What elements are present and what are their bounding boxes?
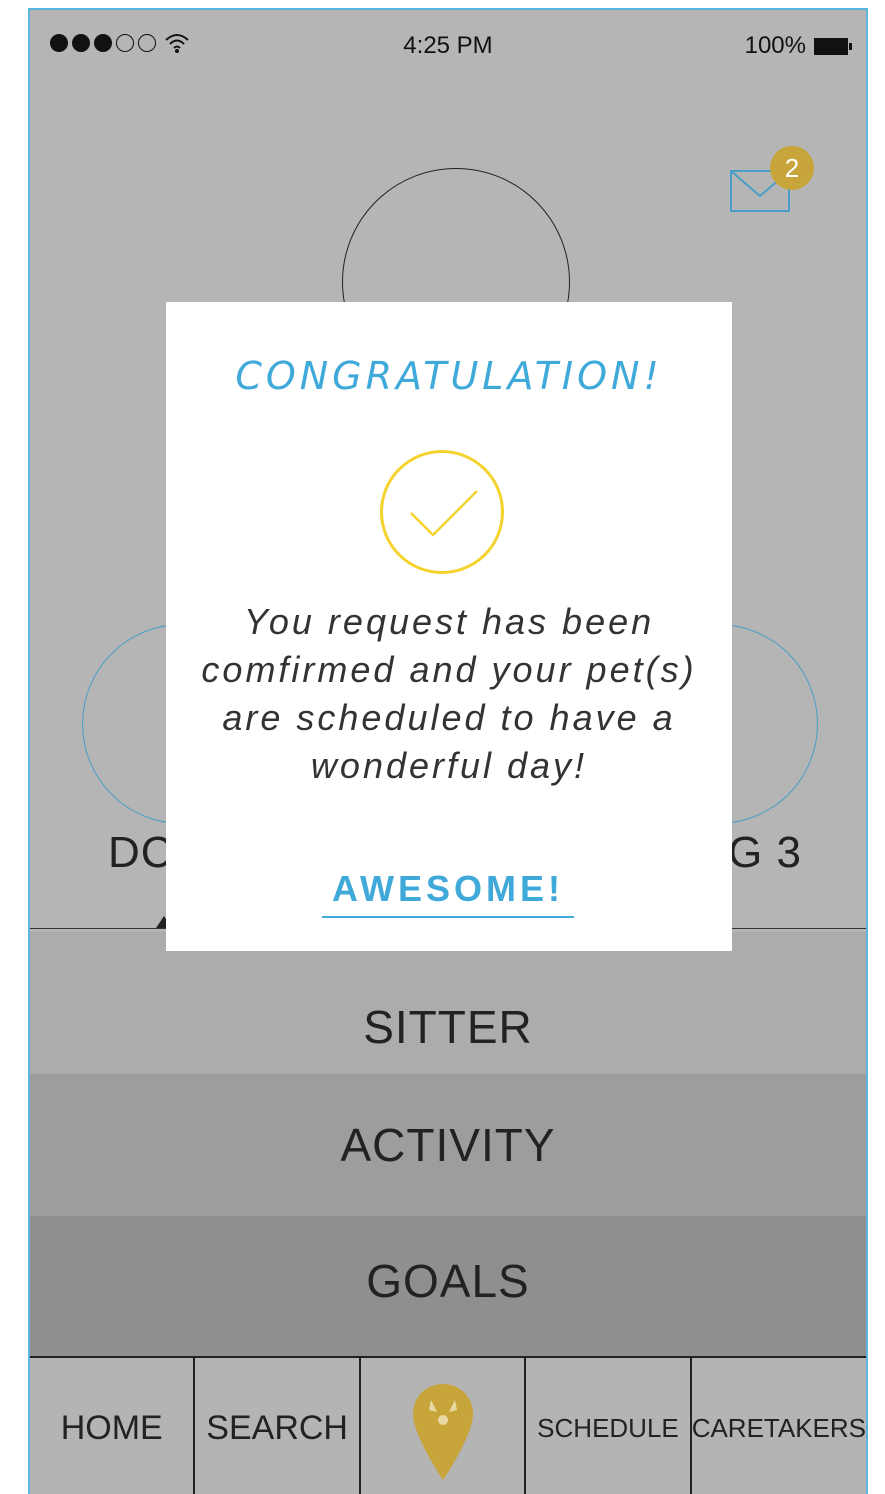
dialog-message: You request has been comfirmed and your …: [201, 601, 697, 786]
tab-caretakers[interactable]: CARETAKERS: [692, 1358, 866, 1494]
awesome-button[interactable]: AWESOME!: [322, 868, 574, 918]
pet-label-left: DC: [108, 828, 174, 877]
divider: [732, 928, 866, 929]
menu-sitter[interactable]: SITTER: [30, 932, 866, 1074]
unread-badge: 2: [770, 146, 814, 190]
status-time: 4:25 PM: [403, 32, 493, 59]
checkmark-icon: [380, 450, 504, 574]
dialog-title: CONGRATULATION!: [235, 354, 663, 398]
tab-bar: HOME SEARCH SCHEDULE CARETAKERS: [30, 1356, 866, 1494]
confirmation-dialog: CONGRATULATION! You request has been com…: [166, 302, 732, 951]
status-bar: 4:25 PM 100%: [30, 10, 866, 80]
divider: [30, 928, 166, 929]
tab-home[interactable]: HOME: [30, 1358, 196, 1494]
app-screen: 4:25 PM 100% 2 DC G 3 SITTER ACTIVITY GO…: [28, 8, 868, 1494]
tab-map[interactable]: [361, 1358, 527, 1494]
tab-schedule[interactable]: SCHEDULE: [526, 1358, 692, 1494]
battery-indicator: 100%: [744, 32, 852, 60]
menu-goals[interactable]: GOALS: [30, 1216, 866, 1358]
battery-percent: 100%: [744, 32, 806, 59]
location-pin-dog-icon: [412, 1384, 473, 1480]
pet-label-right: G 3: [728, 828, 802, 877]
battery-full-icon: [814, 37, 852, 55]
menu-activity[interactable]: ACTIVITY: [30, 1074, 866, 1216]
tab-search[interactable]: SEARCH: [195, 1358, 361, 1494]
